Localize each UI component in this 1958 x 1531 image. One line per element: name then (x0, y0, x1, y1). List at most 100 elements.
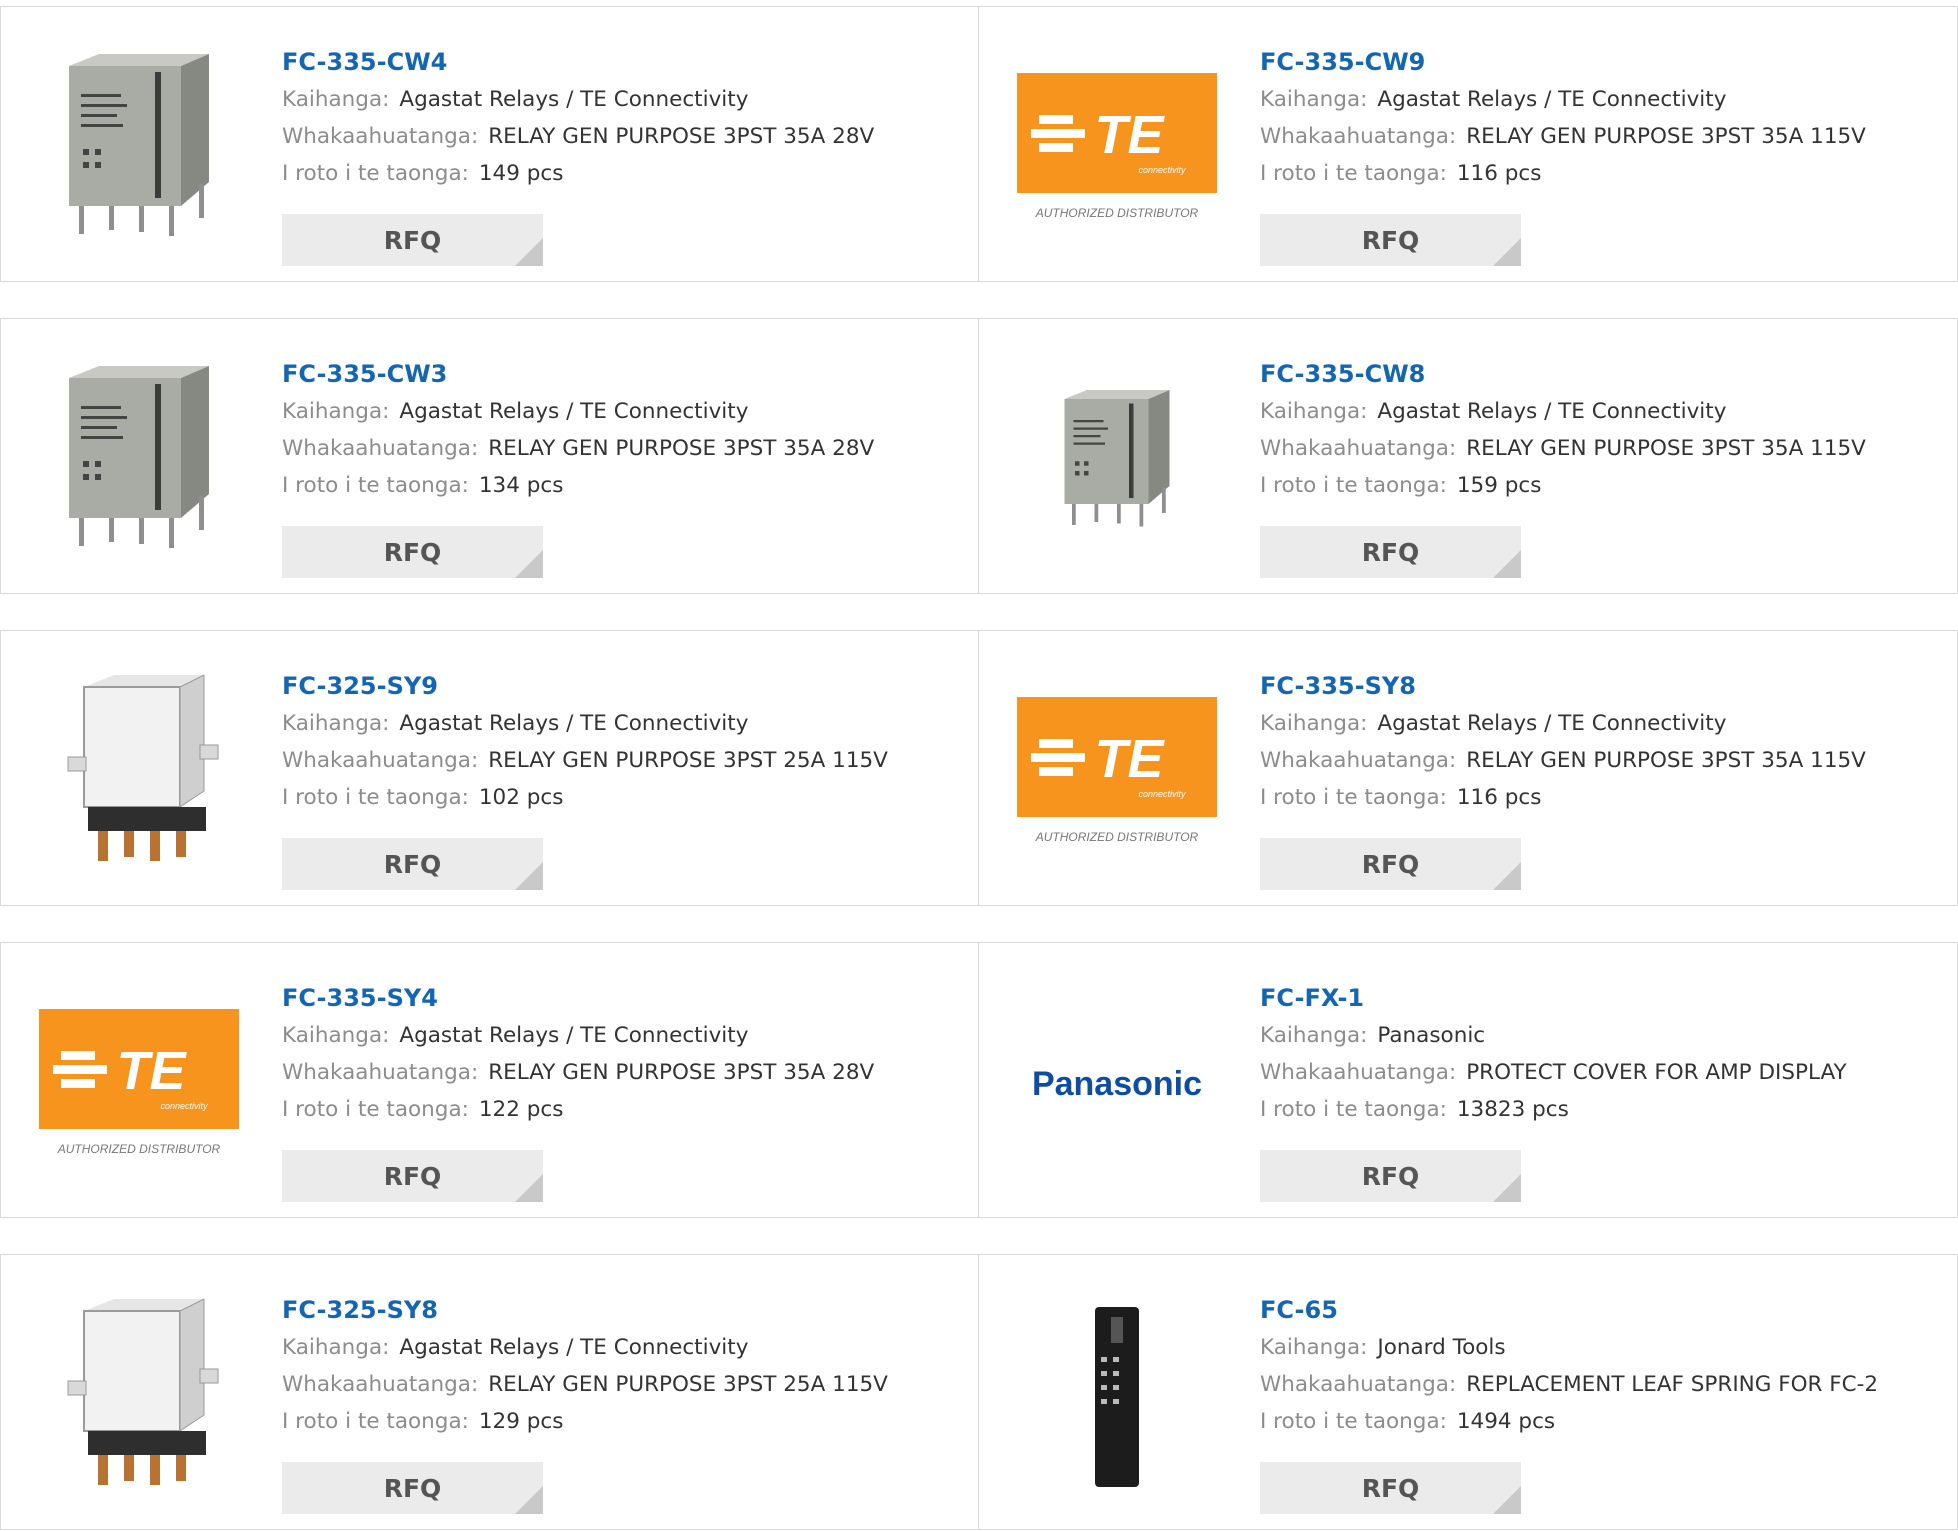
rfq-button[interactable]: RFQ (282, 526, 543, 578)
manufacturer-value: Agastat Relays / TE Connectivity (399, 711, 749, 736)
stock-label: I roto i te taonga: (282, 1097, 469, 1122)
stock-row: I roto i te taonga: 102 pcs (282, 779, 958, 816)
description-label: Whakaahuatanga: (282, 1372, 479, 1397)
rfq-label: RFQ (383, 849, 442, 879)
product-image[interactable] (37, 671, 241, 875)
product-image[interactable]: TE connectivity AUTHORIZED DISTRIBUTOR (37, 983, 241, 1187)
product-image[interactable]: Panasonic (1015, 983, 1219, 1187)
product-image[interactable] (1015, 1295, 1219, 1499)
stock-row: I roto i te taonga: 116 pcs (1260, 155, 1937, 192)
te-logo-sub: connectivity (1138, 789, 1186, 799)
manufacturer-value: Agastat Relays / TE Connectivity (399, 399, 749, 424)
product-info: FC-325-SY9 Kaihanga: Agastat Relays / TE C… (282, 667, 958, 816)
part-number-link[interactable]: FC-335-SY4 (282, 979, 958, 1017)
part-number-link[interactable]: FC-325-SY9 (282, 667, 958, 705)
rfq-button[interactable]: RFQ (1260, 214, 1521, 266)
product-info: FC-335-CW4 Kaihanga: Agastat Relays / TE C… (282, 43, 958, 192)
product-image[interactable] (37, 47, 241, 251)
te-logo-badge: AUTHORIZED DISTRIBUTOR (1035, 830, 1199, 844)
product-info: FC-335-SY8 Kaihanga: Agastat Relays / TE C… (1260, 667, 1937, 816)
corner-triangle-icon (1493, 550, 1521, 578)
description-label: Whakaahuatanga: (1260, 124, 1457, 149)
stock-row: I roto i te taonga: 129 pcs (282, 1403, 958, 1440)
stock-value: 122 pcs (478, 1097, 564, 1122)
rfq-label: RFQ (1361, 1473, 1420, 1503)
stock-row: I roto i te taonga: 116 pcs (1260, 779, 1937, 816)
stock-label: I roto i te taonga: (1260, 161, 1447, 186)
manufacturer-row: Kaihanga: Panasonic (1260, 1017, 1937, 1054)
description-row: Whakaahuatanga: PROTECT COVER FOR AMP DIS… (1260, 1054, 1937, 1091)
relay-gray-small-icon (1057, 389, 1177, 533)
manufacturer-row: Kaihanga: Agastat Relays / TE Connectivit… (282, 1017, 958, 1054)
description-value: RELAY GEN PURPOSE 3PST 25A 115V (488, 748, 888, 773)
stock-label: I roto i te taonga: (1260, 785, 1447, 810)
stock-label: I roto i te taonga: (282, 161, 469, 186)
relay-chrome-icon (54, 673, 224, 873)
product-card: Panasonic FC-FX-1 Kaihanga: Panasonic Whakaa… (978, 942, 1958, 1218)
rfq-button[interactable]: RFQ (282, 1462, 543, 1514)
part-number-link[interactable]: FC-335-CW4 (282, 43, 958, 81)
stock-value: 116 pcs (1456, 161, 1542, 186)
product-image[interactable]: TE connectivity AUTHORIZED DISTRIBUTOR (1015, 671, 1219, 875)
stock-label: I roto i te taonga: (282, 1409, 469, 1434)
corner-triangle-icon (1493, 862, 1521, 890)
manufacturer-value: Agastat Relays / TE Connectivity (1377, 87, 1727, 112)
te-logo-mark: TE (1094, 105, 1165, 165)
manufacturer-row: Kaihanga: Agastat Relays / TE Connectivit… (282, 1329, 958, 1366)
rfq-label: RFQ (383, 1161, 442, 1191)
stock-row: I roto i te taonga: 122 pcs (282, 1091, 958, 1128)
manufacturer-row: Kaihanga: Agastat Relays / TE Connectivit… (1260, 705, 1937, 742)
product-image[interactable] (1015, 359, 1219, 563)
stock-value: 129 pcs (478, 1409, 564, 1434)
product-image[interactable] (37, 359, 241, 563)
product-info: FC-335-CW9 Kaihanga: Agastat Relays / TE C… (1260, 43, 1937, 192)
rfq-label: RFQ (1361, 1161, 1420, 1191)
description-row: Whakaahuatanga: RELAY GEN PURPOSE 3PST 25… (282, 742, 958, 779)
product-info: FC-325-SY8 Kaihanga: Agastat Relays / TE C… (282, 1291, 958, 1440)
rfq-button[interactable]: RFQ (282, 1150, 543, 1202)
description-value: RELAY GEN PURPOSE 3PST 25A 115V (488, 1372, 888, 1397)
rfq-button[interactable]: RFQ (1260, 1150, 1521, 1202)
description-label: Whakaahuatanga: (282, 748, 479, 773)
manufacturer-label: Kaihanga: (1260, 711, 1368, 736)
part-number-link[interactable]: FC-FX-1 (1260, 979, 1937, 1017)
part-number-link[interactable]: FC-335-CW8 (1260, 355, 1937, 393)
te-logo-mark: TE (1094, 729, 1165, 789)
te-logo-sub: connectivity (160, 1101, 208, 1111)
product-info: FC-335-CW8 Kaihanga: Agastat Relays / TE C… (1260, 355, 1937, 504)
part-number-link[interactable]: FC-335-CW9 (1260, 43, 1937, 81)
te-logo: TE connectivity AUTHORIZED DISTRIBUTOR (1017, 73, 1217, 225)
part-number-link[interactable]: FC-335-CW3 (282, 355, 958, 393)
part-number-link[interactable]: FC-325-SY8 (282, 1291, 958, 1329)
product-image[interactable] (37, 1295, 241, 1499)
stock-row: I roto i te taonga: 159 pcs (1260, 467, 1937, 504)
manufacturer-value: Panasonic (1377, 1023, 1486, 1048)
description-row: Whakaahuatanga: RELAY GEN PURPOSE 3PST 35… (1260, 118, 1937, 155)
part-number-link[interactable]: FC-335-SY8 (1260, 667, 1937, 705)
manufacturer-value: Agastat Relays / TE Connectivity (1377, 711, 1727, 736)
description-row: Whakaahuatanga: REPLACEMENT LEAF SPRING F… (1260, 1366, 1937, 1403)
description-row: Whakaahuatanga: RELAY GEN PURPOSE 3PST 35… (1260, 430, 1937, 467)
manufacturer-label: Kaihanga: (1260, 1023, 1368, 1048)
rfq-button[interactable]: RFQ (1260, 526, 1521, 578)
product-info: FC-335-CW3 Kaihanga: Agastat Relays / TE C… (282, 355, 958, 504)
part-number-link[interactable]: FC-65 (1260, 1291, 1937, 1329)
product-info: FC-65 Kaihanga: Jonard Tools Whakaahuatanga… (1260, 1291, 1937, 1440)
rfq-label: RFQ (383, 1473, 442, 1503)
corner-triangle-icon (515, 1174, 543, 1202)
product-image[interactable]: TE connectivity AUTHORIZED DISTRIBUTOR (1015, 47, 1219, 251)
product-grid: FC-335-CW4 Kaihanga: Agastat Relays / TE C… (0, 0, 1958, 1531)
rfq-button[interactable]: RFQ (1260, 1462, 1521, 1514)
product-info: FC-335-SY4 Kaihanga: Agastat Relays / TE C… (282, 979, 958, 1128)
te-logo-badge: AUTHORIZED DISTRIBUTOR (1035, 206, 1199, 220)
rfq-button[interactable]: RFQ (1260, 838, 1521, 890)
product-card: TE connectivity AUTHORIZED DISTRIBUTOR FC-3… (978, 630, 1958, 906)
description-value: RELAY GEN PURPOSE 3PST 35A 28V (488, 436, 875, 461)
rfq-button[interactable]: RFQ (282, 214, 543, 266)
rfq-button[interactable]: RFQ (282, 838, 543, 890)
stock-value: 13823 pcs (1456, 1097, 1569, 1122)
corner-triangle-icon (515, 862, 543, 890)
stock-value: 116 pcs (1456, 785, 1542, 810)
manufacturer-row: Kaihanga: Agastat Relays / TE Connectivit… (282, 705, 958, 742)
description-row: Whakaahuatanga: RELAY GEN PURPOSE 3PST 35… (1260, 742, 1937, 779)
